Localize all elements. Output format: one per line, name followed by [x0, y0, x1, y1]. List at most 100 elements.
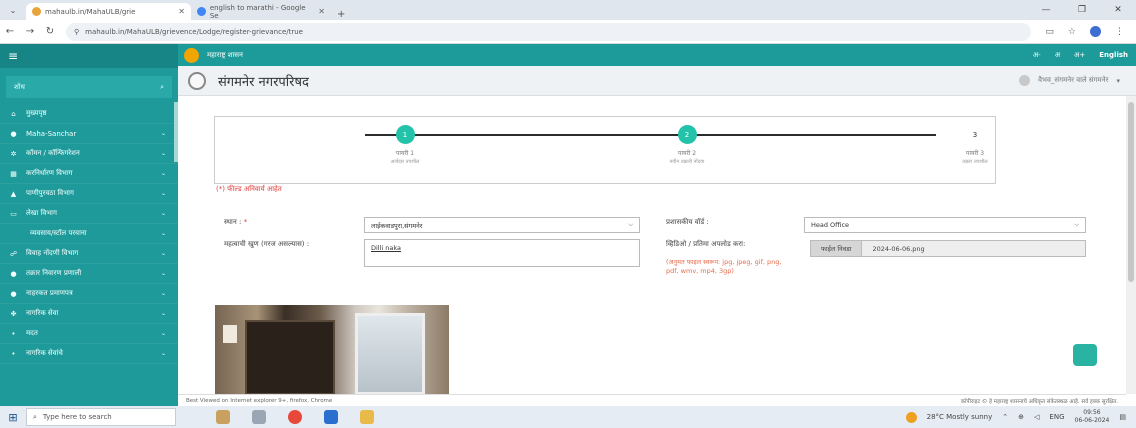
tab-google[interactable]: english to marathi - Google Se ✕ — [191, 3, 331, 20]
toolbar-icons: ▭ ☆ ⋮ — [1031, 26, 1136, 37]
close-tab-icon[interactable]: ✕ — [178, 7, 185, 16]
page-scrollbar[interactable] — [1126, 96, 1136, 394]
card-icon: ▭ — [10, 209, 17, 218]
clock[interactable]: 09:56 06-06-2024 — [1075, 409, 1110, 425]
ward-value: Head Office — [811, 221, 850, 229]
upload-label: व्हिडिओ / प्रतिमा अपलोड करा: — [666, 240, 746, 248]
file-explorer-icon[interactable] — [360, 410, 374, 424]
footer-browser-note: Best Viewed on Internet explorer 9+, fir… — [186, 397, 333, 404]
chevron-down-icon: ⌄ — [160, 290, 166, 297]
chrome-icon[interactable] — [288, 410, 302, 424]
step-circle: 3 — [965, 125, 985, 144]
sidebar-item[interactable]: ⌂ मुख्यपृष्ठ — [0, 104, 178, 124]
new-tab-icon[interactable]: + — [331, 9, 351, 20]
network-icon[interactable]: ⊕ — [1018, 413, 1024, 421]
menu-dots-icon[interactable]: ⋮ — [1115, 27, 1124, 37]
scroll-top-button[interactable] — [1073, 344, 1097, 366]
sidebar-item[interactable]: ▦ करनिर्धारण विभाग ⌄ — [0, 164, 178, 184]
sidebar-item[interactable]: ✤ नागरिक सेवा ⌄ — [0, 304, 178, 324]
file-upload-field[interactable]: फाईल निवडा 2024-06-06.png — [810, 240, 1086, 257]
user-menu[interactable]: वैभव_संगमनेर वाले संगमनेर ▾ — [1019, 75, 1136, 86]
url-field[interactable]: ⚲ mahaulb.in/MahaULB/grievence/Lodge/reg… — [66, 22, 1032, 41]
chevron-down-icon: ▾ — [1116, 76, 1120, 85]
hamburger-menu-icon[interactable]: ≡ — [0, 44, 178, 68]
font-increase-button[interactable]: अ+ — [1074, 51, 1085, 60]
app-photo-icon[interactable] — [216, 410, 230, 424]
reload-icon[interactable]: ↻ — [40, 26, 60, 37]
sidebar-item[interactable]: ☍ विवाह नोंदणी विभाग ⌄ — [0, 244, 178, 264]
taskbar-search[interactable]: ⌕ Type here to search — [26, 408, 176, 426]
sidebar-item[interactable]: व्यवसाय/स्टॉल परवाना ⌄ — [0, 224, 178, 244]
mail-icon[interactable] — [324, 410, 338, 424]
restore-icon[interactable]: ❐ — [1064, 5, 1100, 15]
landmark-textarea[interactable]: Dilli naka — [364, 239, 640, 267]
site-favicon-icon — [32, 7, 41, 16]
sidebar-item-label: व्यवसाय/स्टॉल परवाना — [30, 229, 87, 237]
profile-avatar-icon[interactable] — [1090, 26, 1101, 37]
sidebar-item[interactable]: ▭ लेखा विभाग ⌄ — [0, 204, 178, 224]
font-decrease-button[interactable]: अ- — [1033, 51, 1041, 60]
sidebar-item[interactable]: ✲ कॉमन / कॉन्फिगरेशन ⌄ — [0, 144, 178, 164]
minimize-icon[interactable]: — — [1028, 5, 1064, 15]
photo-cabinet — [245, 320, 335, 395]
required-fields-note: (*) फील्ड अनिवार्य आहेत — [216, 185, 282, 193]
sidebar-item[interactable]: • नागरिक सेवांचे ⌄ — [0, 344, 178, 364]
location-label-text: स्थान : — [224, 218, 242, 226]
close-tab-icon[interactable]: ✕ — [318, 7, 325, 16]
sidebar-item-label: विवाह नोंदणी विभाग — [26, 249, 79, 257]
tab-title: english to marathi - Google Se — [209, 3, 306, 20]
taskbar-apps — [216, 410, 374, 424]
notification-icon[interactable]: ▤ — [1119, 413, 1126, 421]
sidebar-item-label: मुख्यपृष्ठ — [26, 109, 47, 117]
location-select[interactable]: लाईकवाडपुरा,संगमनेर ⌵ — [364, 217, 640, 233]
tray-chevron-up-icon[interactable]: ⌃ — [1002, 413, 1008, 421]
govt-title: महाराष्ट्र शासन — [207, 50, 243, 59]
sidebar-item[interactable]: • मदत ⌄ — [0, 324, 178, 344]
ward-select[interactable]: Head Office ⌵ — [804, 217, 1086, 233]
chevron-down-icon: ⌵ — [628, 221, 633, 228]
sidebar-search[interactable]: शोध ⌕ — [6, 76, 172, 98]
required-star: * — [243, 218, 248, 226]
font-normal-button[interactable]: अ — [1055, 51, 1060, 60]
speaker-icon[interactable]: ◁ — [1034, 413, 1039, 421]
footer-copyright: कॉपीराइट © हे महाराष्ट्र शासनाचे अधिकृत … — [960, 398, 1118, 405]
clock-date: 06-06-2024 — [1074, 417, 1110, 424]
task-view-icon[interactable] — [252, 410, 266, 424]
tab-mahaulb[interactable]: mahaulb.in/MahaULB/grie ✕ — [26, 3, 191, 20]
user-name: वैभव_संगमनेर वाले संगमनेर — [1038, 76, 1109, 84]
english-language-link[interactable]: English — [1099, 51, 1128, 59]
tab-title: mahaulb.in/MahaULB/grie — [45, 7, 136, 16]
page-footer: Best Viewed on Internet explorer 9+, fir… — [178, 394, 1126, 406]
language-indicator[interactable]: ENG — [1049, 413, 1064, 421]
sidebar-item[interactable]: ● Maha-Sanchar ⌄ — [0, 124, 178, 144]
close-window-icon[interactable]: ✕ — [1100, 5, 1136, 15]
clock-time: 09:56 — [1083, 409, 1101, 416]
sidebar-item-label: Maha-Sanchar — [26, 129, 77, 138]
chevron-down-icon: ⌄ — [160, 230, 166, 237]
site-info-icon[interactable]: ⚲ — [74, 28, 79, 36]
step-title: पायरी 1 — [395, 150, 415, 157]
sidebar-item-label: नागरिक सेवांचे — [26, 349, 63, 357]
choose-file-button[interactable]: फाईल निवडा — [811, 241, 863, 256]
sidebar-item[interactable]: ▲ पाणीपुरवठा विभाग ⌄ — [0, 184, 178, 204]
screen-cast-icon[interactable]: ▭ — [1045, 27, 1054, 37]
bookmark-star-icon[interactable]: ☆ — [1068, 27, 1076, 37]
step-1: 1 पायरी 1 अर्जदार तपशील — [345, 125, 465, 165]
sidebar-item[interactable]: ● नाहरकत प्रमाणपत्र ⌄ — [0, 284, 178, 304]
sidebar-item-label: नाहरकत प्रमाणपत्र — [26, 289, 73, 297]
sidebar-footer — [0, 394, 178, 406]
back-icon[interactable]: ← — [0, 26, 20, 37]
sidebar-menu: ⌂ मुख्यपृष्ठ ● Maha-Sanchar ⌄ ✲ कॉमन / कॉन्फिग… — [0, 104, 178, 364]
chevron-down-icon: ⌄ — [160, 210, 166, 217]
scrollbar-thumb[interactable] — [1128, 102, 1134, 282]
sidebar-item[interactable]: ● तक्रार निवारण प्रणाली ⌄ — [0, 264, 178, 284]
search-icon[interactable]: ⌕ — [160, 83, 164, 92]
forward-icon[interactable]: → — [20, 26, 40, 37]
windows-start-icon[interactable]: ⊞ — [0, 411, 26, 424]
sidebar-search-label: शोध — [14, 82, 25, 91]
search-icon: ⌕ — [33, 412, 37, 421]
weather-text[interactable]: 28°C Mostly sunny — [927, 413, 993, 421]
tab-list-button[interactable]: ⌄ — [0, 0, 26, 20]
photo-window — [355, 313, 425, 395]
location-label: स्थान : * — [224, 217, 247, 227]
